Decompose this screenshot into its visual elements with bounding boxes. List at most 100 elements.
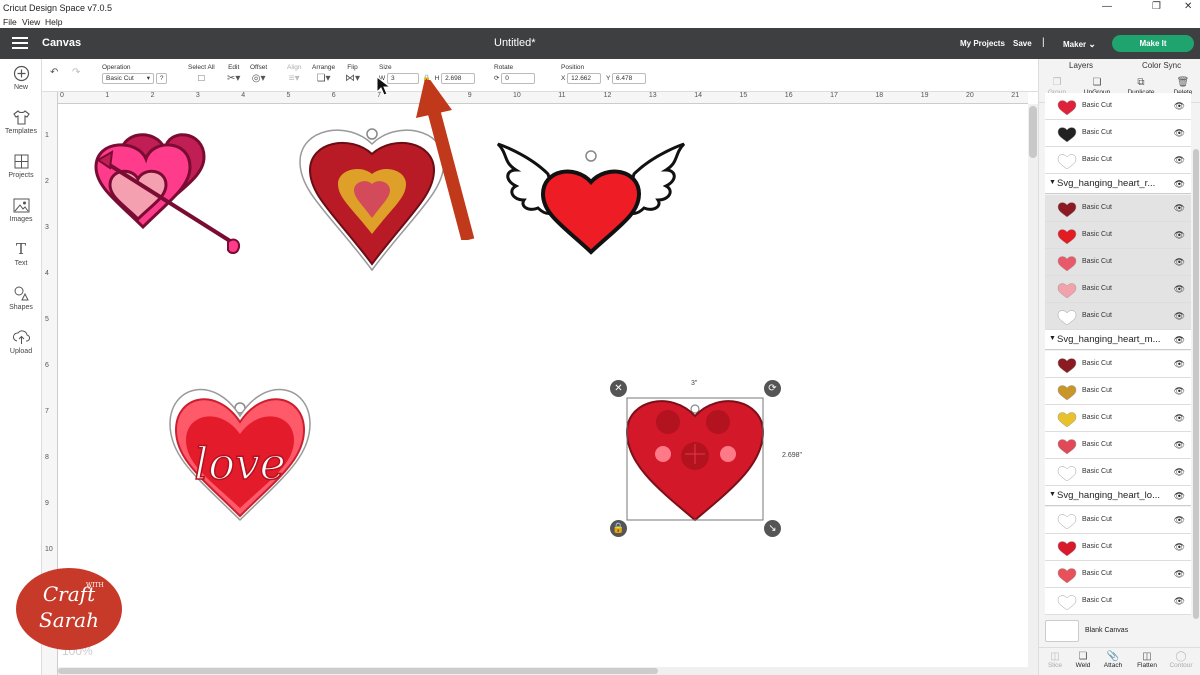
sidebar-item-images[interactable]: Images (0, 197, 42, 223)
align-button[interactable]: Align ≡▾ (287, 64, 301, 84)
layer-group-row[interactable]: ▼ Svg_hanging_heart_lo... 👁 (1045, 486, 1191, 506)
eye-icon[interactable]: 👁 (1174, 542, 1185, 553)
layer-row[interactable]: Basic Cut 👁 (1045, 222, 1191, 249)
redo-icon[interactable]: ↷ (72, 67, 80, 78)
delete-selection-icon[interactable]: ✕ (610, 380, 627, 397)
arrange-button[interactable]: Arrange ❏▾ (312, 64, 335, 84)
rose-heart-image-selected[interactable] (625, 397, 765, 522)
canvas-vertical-scrollbar[interactable] (1028, 104, 1038, 675)
rotate-icon: ⟳ (494, 75, 500, 82)
attach-button[interactable]: 📎 Attach (1097, 651, 1129, 669)
offset-button[interactable]: Offset ◎▾ (250, 64, 267, 84)
close-window-icon[interactable]: ✕ (1184, 1, 1192, 12)
eye-icon[interactable]: 👁 (1174, 284, 1185, 295)
eye-icon[interactable]: 👁 (1174, 101, 1185, 112)
operation-select[interactable]: Basic Cut ▾ (102, 73, 154, 84)
layer-row[interactable]: Basic Cut 👁 (1045, 588, 1191, 615)
caret-down-icon[interactable]: ▼ (1049, 491, 1056, 498)
layer-thumbnail (1057, 567, 1077, 584)
contour-button[interactable]: ◯ Contour (1165, 651, 1197, 669)
eye-icon[interactable]: 👁 (1174, 179, 1185, 190)
x-input[interactable]: 12.662 (567, 73, 602, 84)
eye-icon[interactable]: 👁 (1174, 440, 1185, 451)
caret-down-icon[interactable]: ▼ (1049, 179, 1056, 186)
lock-handle-icon[interactable]: 🔒 (610, 520, 627, 537)
make-it-button[interactable]: Make It (1112, 35, 1194, 52)
layer-row[interactable]: Basic Cut 👁 (1045, 351, 1191, 378)
sidebar-item-upload[interactable]: Upload (0, 329, 42, 355)
menu-view[interactable]: View (22, 17, 40, 27)
layer-row[interactable]: Basic Cut 👁 (1045, 459, 1191, 486)
sidebar-item-templates[interactable]: Templates (0, 109, 42, 135)
hamburger-menu-icon[interactable] (12, 37, 28, 49)
tab-color-sync[interactable]: Color Sync (1142, 61, 1181, 70)
flip-button[interactable]: Flip ⋈▾ (345, 64, 360, 84)
layer-row[interactable]: Basic Cut 👁 (1045, 195, 1191, 222)
resize-handle-icon[interactable]: ↘ (764, 520, 781, 537)
operation-help-button[interactable]: ? (155, 73, 168, 84)
sidebar-item-text[interactable]: T Text (0, 241, 42, 268)
layer-row[interactable]: Basic Cut 👁 (1045, 303, 1191, 330)
eye-icon[interactable]: 👁 (1174, 467, 1185, 478)
eye-icon[interactable]: 👁 (1174, 413, 1185, 424)
eye-icon[interactable]: 👁 (1174, 515, 1185, 526)
layer-row[interactable]: Basic Cut 👁 (1045, 507, 1191, 534)
attach-label: Attach (1103, 662, 1123, 669)
maximize-icon[interactable]: ❐ (1152, 1, 1161, 12)
eye-icon[interactable]: 👁 (1174, 569, 1185, 580)
save-button[interactable]: Save (1013, 39, 1032, 48)
weld-button[interactable]: ❏ Weld (1067, 651, 1099, 669)
sidebar-item-projects[interactable]: Projects (0, 153, 42, 179)
layer-row[interactable]: Basic Cut 👁 (1045, 378, 1191, 405)
layer-group-row[interactable]: ▼ Svg_hanging_heart_m... 👁 (1045, 330, 1191, 350)
layer-row[interactable]: Basic Cut 👁 (1045, 534, 1191, 561)
sidebar-item-shapes[interactable]: Shapes (0, 285, 42, 311)
eye-icon[interactable]: 👁 (1174, 335, 1185, 346)
my-projects-button[interactable]: My Projects (960, 39, 1005, 48)
eye-icon[interactable]: 👁 (1174, 311, 1185, 322)
menu-file[interactable]: File (3, 17, 17, 27)
layer-thumbnail (1057, 309, 1077, 326)
layer-row[interactable]: Basic Cut 👁 (1045, 432, 1191, 459)
sidebar-item-new[interactable]: New (0, 65, 42, 91)
eye-icon[interactable]: 👁 (1174, 359, 1185, 370)
flatten-button[interactable]: ◫ Flatten (1131, 651, 1163, 669)
arrow-hearts-image[interactable] (94, 133, 240, 254)
eye-icon[interactable]: 👁 (1174, 230, 1185, 241)
layer-row[interactable]: Basic Cut 👁 (1045, 405, 1191, 432)
eye-icon[interactable]: 👁 (1174, 491, 1185, 502)
layer-group-row[interactable]: ▼ Svg_hanging_heart_r... 👁 (1045, 174, 1191, 194)
edit-button[interactable]: Edit ✂▾ (227, 64, 240, 84)
winged-heart-image[interactable] (496, 142, 686, 255)
layer-row[interactable]: Basic Cut 👁 (1045, 249, 1191, 276)
blank-canvas-row[interactable]: Blank Canvas (1045, 617, 1191, 647)
love-heart-image[interactable]: love (169, 388, 311, 522)
eye-icon[interactable]: 👁 (1174, 128, 1185, 139)
rotate-input[interactable]: 0 (501, 73, 536, 84)
eye-icon[interactable]: 👁 (1174, 386, 1185, 397)
select-all-button[interactable]: Select All □ (188, 64, 215, 84)
layer-row[interactable]: Basic Cut 👁 (1045, 276, 1191, 303)
layer-row[interactable]: Basic Cut 👁 (1045, 147, 1191, 174)
eye-icon[interactable]: 👁 (1174, 155, 1185, 166)
caret-down-icon[interactable]: ▼ (1049, 335, 1056, 342)
layer-thumbnail (1057, 153, 1077, 170)
eye-icon[interactable]: 👁 (1174, 203, 1185, 214)
layer-row[interactable]: Basic Cut 👁 (1045, 93, 1191, 120)
layer-row[interactable]: Basic Cut 👁 (1045, 561, 1191, 588)
rotate-handle-icon[interactable]: ⟳ (764, 380, 781, 397)
layer-row[interactable]: Basic Cut 👁 (1045, 120, 1191, 147)
design-canvas[interactable]: love ✕ ⟳ 🔒 ↘ 3" 2.698" (58, 80, 1028, 675)
minimize-icon[interactable]: — (1102, 1, 1112, 12)
eye-icon[interactable]: 👁 (1174, 257, 1185, 268)
eye-icon[interactable]: 👁 (1174, 596, 1185, 607)
canvas-horizontal-scrollbar[interactable] (58, 667, 1028, 675)
canvas-color-swatch[interactable] (1045, 620, 1079, 642)
tab-layers[interactable]: Layers (1069, 61, 1093, 70)
undo-icon[interactable]: ↶ (50, 67, 58, 78)
menu-help[interactable]: Help (45, 17, 62, 27)
app-title: Cricut Design Space v7.0.5 (3, 3, 113, 13)
machine-select[interactable]: Maker ⌄ (1063, 39, 1096, 50)
panel-scrollbar[interactable] (1193, 149, 1199, 619)
y-input[interactable]: 6.478 (612, 73, 646, 84)
